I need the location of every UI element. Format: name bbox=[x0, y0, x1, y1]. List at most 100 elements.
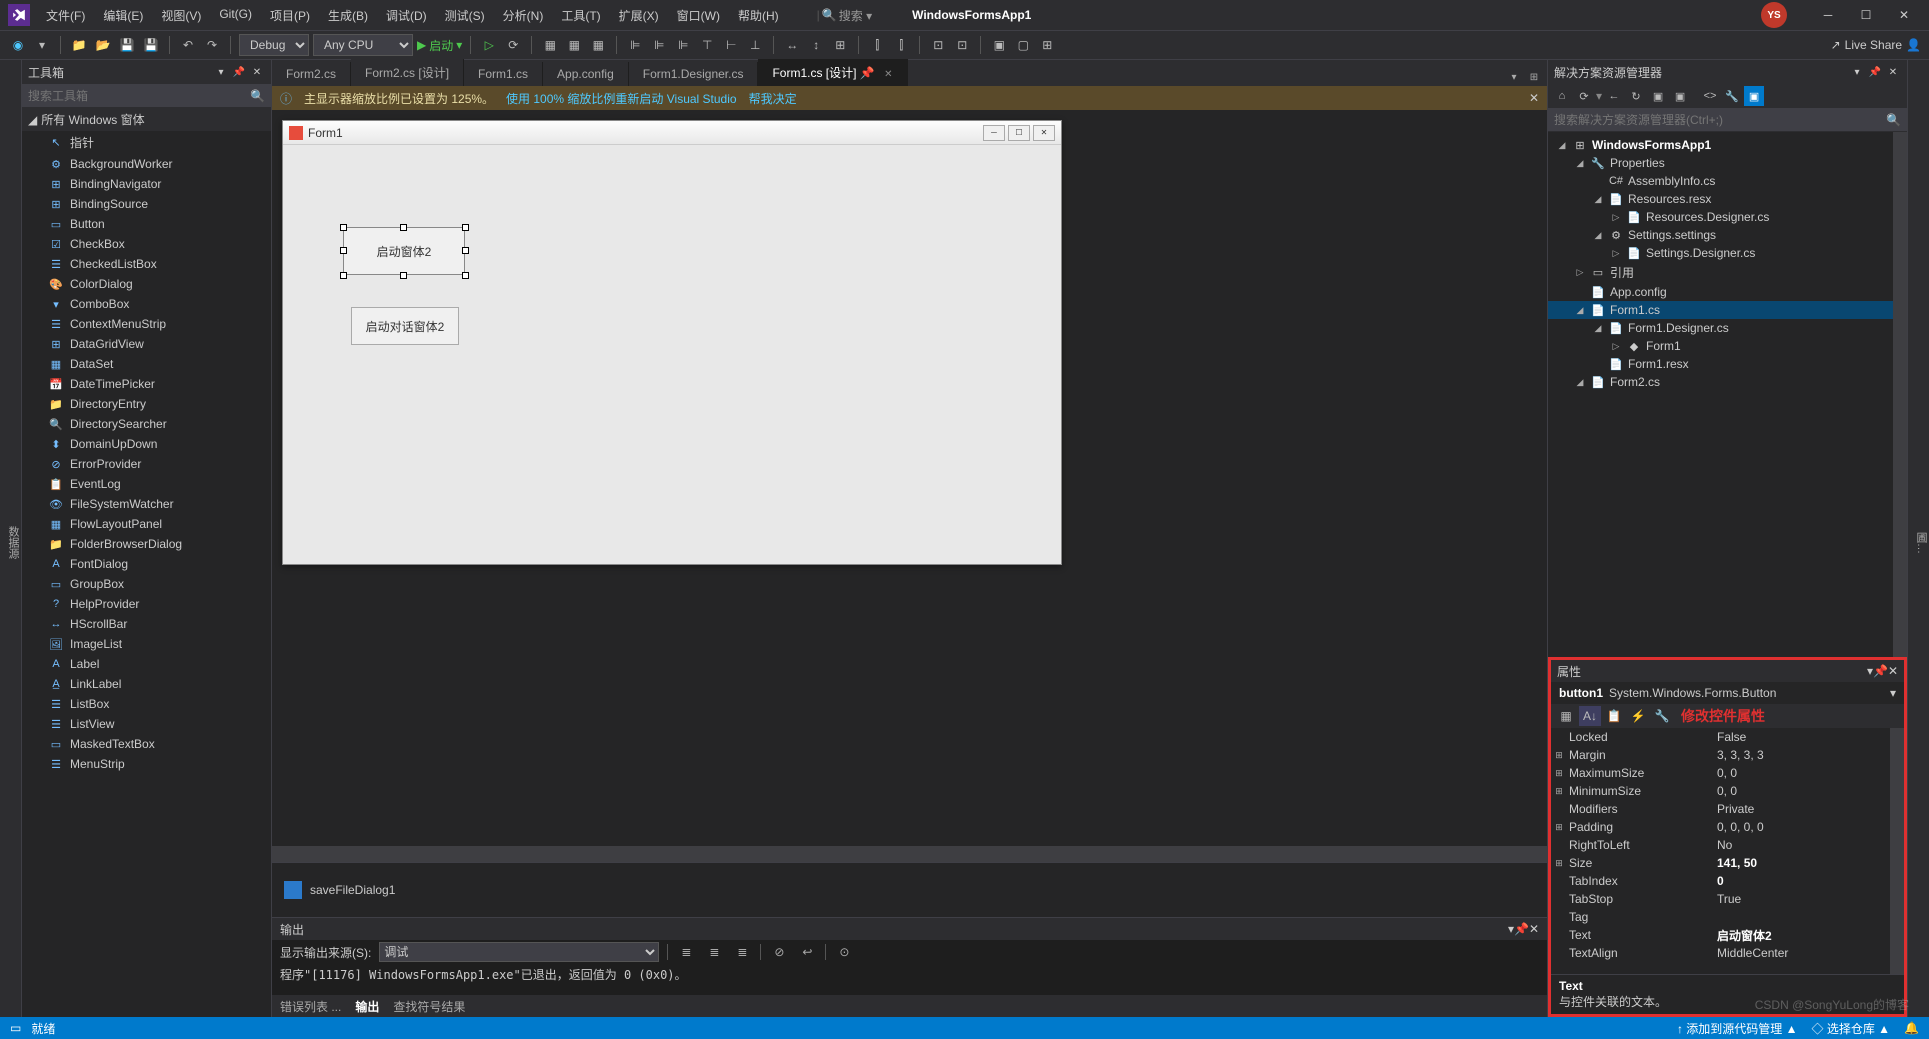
toolbox-item[interactable]: ☑CheckBox bbox=[22, 234, 271, 254]
menu-item[interactable]: 生成(B) bbox=[320, 3, 376, 28]
output-source-dropdown[interactable]: 调试 bbox=[379, 942, 659, 962]
categorized-icon[interactable]: ▦ bbox=[1555, 706, 1577, 726]
info-close-icon[interactable]: ✕ bbox=[1529, 91, 1539, 105]
align-bottom-icon[interactable]: ⊥ bbox=[745, 35, 765, 55]
expand-icon[interactable]: ◢ bbox=[1574, 158, 1586, 169]
menu-item[interactable]: 视图(V) bbox=[153, 3, 209, 28]
menu-item[interactable]: 测试(S) bbox=[437, 3, 493, 28]
expand-icon[interactable]: ◢ bbox=[1574, 377, 1586, 388]
menu-item[interactable]: 工具(T) bbox=[553, 3, 608, 28]
center-h-icon[interactable]: ⊡ bbox=[928, 35, 948, 55]
menu-item[interactable]: 项目(P) bbox=[262, 3, 318, 28]
tool-tab[interactable]: 查找符号结果 bbox=[393, 998, 465, 1015]
center-v-icon[interactable]: ⊡ bbox=[952, 35, 972, 55]
tree-node[interactable]: ▷▭引用 bbox=[1548, 262, 1907, 283]
expand-icon[interactable]: ▷ bbox=[1610, 212, 1622, 223]
tab-overflow-icon[interactable]: ▾ bbox=[1505, 68, 1523, 86]
resize-handle[interactable] bbox=[400, 224, 407, 231]
form-canvas[interactable]: Form1 ─ ☐ ✕ 启动窗体2 启动对话窗体2 bbox=[282, 120, 1062, 565]
pin-icon[interactable]: 📌 bbox=[231, 64, 247, 80]
save-all-icon[interactable]: 💾 bbox=[141, 35, 161, 55]
info-link-restart[interactable]: 使用 100% 缩放比例重新启动 Visual Studio bbox=[506, 90, 737, 107]
open-icon[interactable]: 📂 bbox=[93, 35, 113, 55]
refresh-icon[interactable]: ⟳ bbox=[503, 35, 523, 55]
align-right-icon[interactable]: ⊫ bbox=[673, 35, 693, 55]
grid-icon[interactable]: ▦ bbox=[564, 35, 584, 55]
property-row[interactable]: TextAlignMiddleCenter bbox=[1551, 944, 1904, 962]
tree-node[interactable]: ◢🔧Properties bbox=[1548, 154, 1907, 172]
button2-control[interactable]: 启动对话窗体2 bbox=[351, 307, 459, 345]
property-row[interactable]: RightToLeftNo bbox=[1551, 836, 1904, 854]
pin-icon[interactable]: 📌 bbox=[1514, 922, 1529, 936]
toolbox-item[interactable]: ▭GroupBox bbox=[22, 574, 271, 594]
tree-node[interactable]: ◢⚙Settings.settings bbox=[1548, 226, 1907, 244]
snap-icon[interactable]: ▦ bbox=[588, 35, 608, 55]
toolbox-item[interactable]: 🔍DirectorySearcher bbox=[22, 414, 271, 434]
editor-tab[interactable]: Form2.cs bbox=[272, 62, 351, 86]
close-icon[interactable]: ✕ bbox=[1529, 922, 1539, 936]
expand-icon[interactable]: ▷ bbox=[1574, 267, 1586, 278]
toolbox-item[interactable]: ☰ListView bbox=[22, 714, 271, 734]
property-row[interactable]: ⊞MinimumSize0, 0 bbox=[1551, 782, 1904, 800]
properties-grid[interactable]: LockedFalse⊞Margin3, 3, 3, 3⊞MaximumSize… bbox=[1551, 728, 1904, 974]
expand-icon[interactable]: ◢ bbox=[1592, 323, 1604, 334]
form-designer[interactable]: Form1 ─ ☐ ✕ 启动窗体2 启动对话窗体2 bbox=[272, 110, 1547, 846]
toolbox-item[interactable]: ⊘ErrorProvider bbox=[22, 454, 271, 474]
new-project-icon[interactable]: 📁 bbox=[69, 35, 89, 55]
editor-tab[interactable]: Form1.cs [设计] 📌 ✕ bbox=[758, 59, 907, 86]
sync-icon[interactable]: ↻ bbox=[1626, 86, 1646, 106]
property-row[interactable]: ⊞Size141, 50 bbox=[1551, 854, 1904, 872]
property-row[interactable]: TabIndex0 bbox=[1551, 872, 1904, 890]
sln-refresh-icon[interactable]: ⟳ bbox=[1574, 86, 1594, 106]
pin-icon[interactable]: 📌 bbox=[1873, 664, 1888, 678]
toolbox-item[interactable]: 🎨ColorDialog bbox=[22, 274, 271, 294]
wrench-icon[interactable]: 🔧 bbox=[1722, 86, 1742, 106]
toolbox-item[interactable]: 📁FolderBrowserDialog bbox=[22, 534, 271, 554]
editor-tab[interactable]: Form1.Designer.cs bbox=[629, 62, 759, 86]
solution-search-input[interactable] bbox=[1554, 113, 1886, 127]
alpha-icon[interactable]: A↓ bbox=[1579, 706, 1601, 726]
dropdown-icon[interactable]: ▾ bbox=[213, 64, 229, 80]
start-no-debug-icon[interactable]: ▷ bbox=[479, 35, 499, 55]
redo-icon[interactable]: ↷ bbox=[202, 35, 222, 55]
collapse-icon[interactable]: ▣ bbox=[1648, 86, 1668, 106]
toolbox-item[interactable]: ⊞BindingNavigator bbox=[22, 174, 271, 194]
events-icon[interactable]: ⚡ bbox=[1627, 706, 1649, 726]
wrench-icon[interactable]: 🔧 bbox=[1651, 706, 1673, 726]
menu-item[interactable]: Git(G) bbox=[211, 3, 260, 28]
expand-icon[interactable]: ◢ bbox=[1592, 194, 1604, 205]
toolbox-item[interactable]: ⚙BackgroundWorker bbox=[22, 154, 271, 174]
resize-handle[interactable] bbox=[462, 247, 469, 254]
right-dock-strip[interactable]: 圃… bbox=[1907, 60, 1929, 1017]
expand-icon[interactable]: ▷ bbox=[1610, 341, 1622, 352]
toolbox-item[interactable]: ⊞BindingSource bbox=[22, 194, 271, 214]
tree-node[interactable]: ◢⊞WindowsFormsApp1 bbox=[1548, 136, 1907, 154]
toolbox-item[interactable]: ▾ComboBox bbox=[22, 294, 271, 314]
save-icon[interactable]: 💾 bbox=[117, 35, 137, 55]
resize-handle[interactable] bbox=[340, 247, 347, 254]
pin-icon[interactable]: 📌 bbox=[1867, 64, 1883, 80]
property-row[interactable]: Tag bbox=[1551, 908, 1904, 926]
expand-icon[interactable]: ◢ bbox=[1556, 140, 1568, 151]
expand-icon[interactable]: ▷ bbox=[1610, 248, 1622, 259]
solution-search[interactable]: 🔍 bbox=[1548, 108, 1907, 132]
repo-button[interactable]: ◇ 选择仓库 ▲ bbox=[1812, 1020, 1891, 1037]
properties-object-selector[interactable]: button1 System.Windows.Forms.Button ▾ bbox=[1551, 682, 1904, 704]
toolbox-category[interactable]: ◢ 所有 Windows 窗体 bbox=[22, 108, 271, 131]
menu-item[interactable]: 编辑(E) bbox=[95, 3, 151, 28]
resize-handle[interactable] bbox=[400, 272, 407, 279]
toolbox-item[interactable]: 📋EventLog bbox=[22, 474, 271, 494]
tree-node[interactable]: ◢📄Form1.cs bbox=[1548, 301, 1907, 319]
expand-icon[interactable]: ◢ bbox=[1574, 305, 1586, 316]
preview-icon[interactable]: ▣ bbox=[1744, 86, 1764, 106]
toolbox-item[interactable]: ▭Button bbox=[22, 214, 271, 234]
tree-node[interactable]: 📄Form1.resx bbox=[1548, 355, 1907, 373]
expand-icon[interactable]: ◢ bbox=[1592, 230, 1604, 241]
property-row[interactable]: ⊞Padding0, 0, 0, 0 bbox=[1551, 818, 1904, 836]
tree-node[interactable]: C#AssemblyInfo.cs bbox=[1548, 172, 1907, 190]
toolbox-item[interactable]: ▦FlowLayoutPanel bbox=[22, 514, 271, 534]
user-avatar[interactable]: YS bbox=[1761, 2, 1787, 28]
tree-node[interactable]: ◢📄Resources.resx bbox=[1548, 190, 1907, 208]
pin-icon[interactable]: 📌 bbox=[860, 66, 875, 80]
menu-item[interactable]: 文件(F) bbox=[38, 3, 93, 28]
